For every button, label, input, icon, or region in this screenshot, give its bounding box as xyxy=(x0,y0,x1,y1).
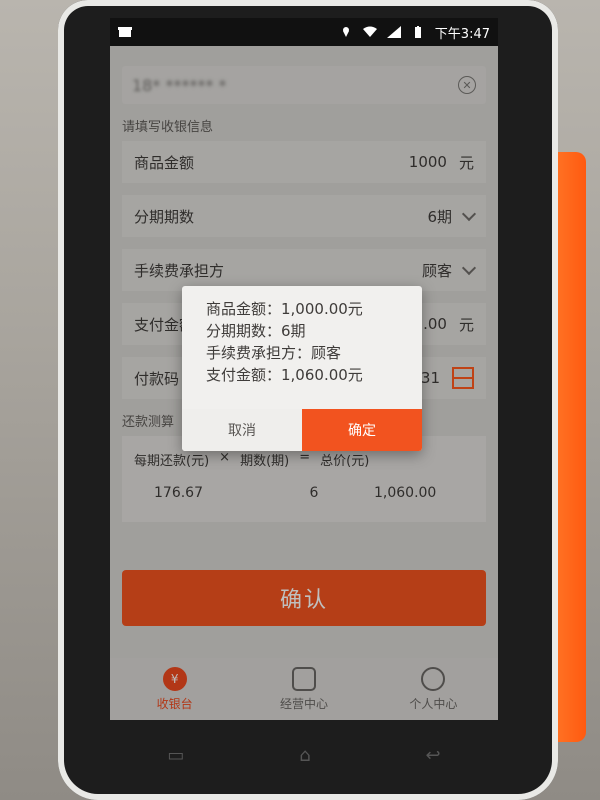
location-icon xyxy=(339,26,353,38)
home-icon[interactable]: ⌂ xyxy=(299,745,310,766)
cancel-button[interactable]: 取消 xyxy=(182,409,302,451)
dialog-line: 商品金额：1,000.00元 xyxy=(206,300,363,318)
status-time: 下午3:47 xyxy=(434,26,490,42)
screen: 下午3:47 18* ****** * ✕ 请填写收银信息 商品金额 1000 … xyxy=(110,18,498,720)
confirm-dialog: 商品金额：1,000.00元 分期期数：6期 手续费承担方：顾客 支付金额：1,… xyxy=(182,286,422,451)
dialog-line: 分期期数：6期 xyxy=(206,322,306,340)
back-icon[interactable]: ↩ xyxy=(425,745,440,766)
hardware-nav: ▭ ⌂ ↩ xyxy=(110,730,498,780)
wifi-icon xyxy=(362,26,377,38)
menu-icon[interactable]: ▭ xyxy=(167,745,184,766)
dialog-lines: 商品金额：1,000.00元 分期期数：6期 手续费承担方：顾客 支付金额：1,… xyxy=(182,286,422,386)
dialog-buttons: 取消 确定 xyxy=(182,409,422,451)
ok-button[interactable]: 确定 xyxy=(302,409,422,451)
store-icon xyxy=(118,26,132,38)
dialog-line: 手续费承担方：顾客 xyxy=(206,344,342,362)
status-bar: 下午3:47 xyxy=(110,18,498,46)
dialog-line: 支付金额：1,060.00元 xyxy=(206,366,363,384)
battery-icon xyxy=(411,26,425,38)
signal-icon xyxy=(386,26,401,38)
